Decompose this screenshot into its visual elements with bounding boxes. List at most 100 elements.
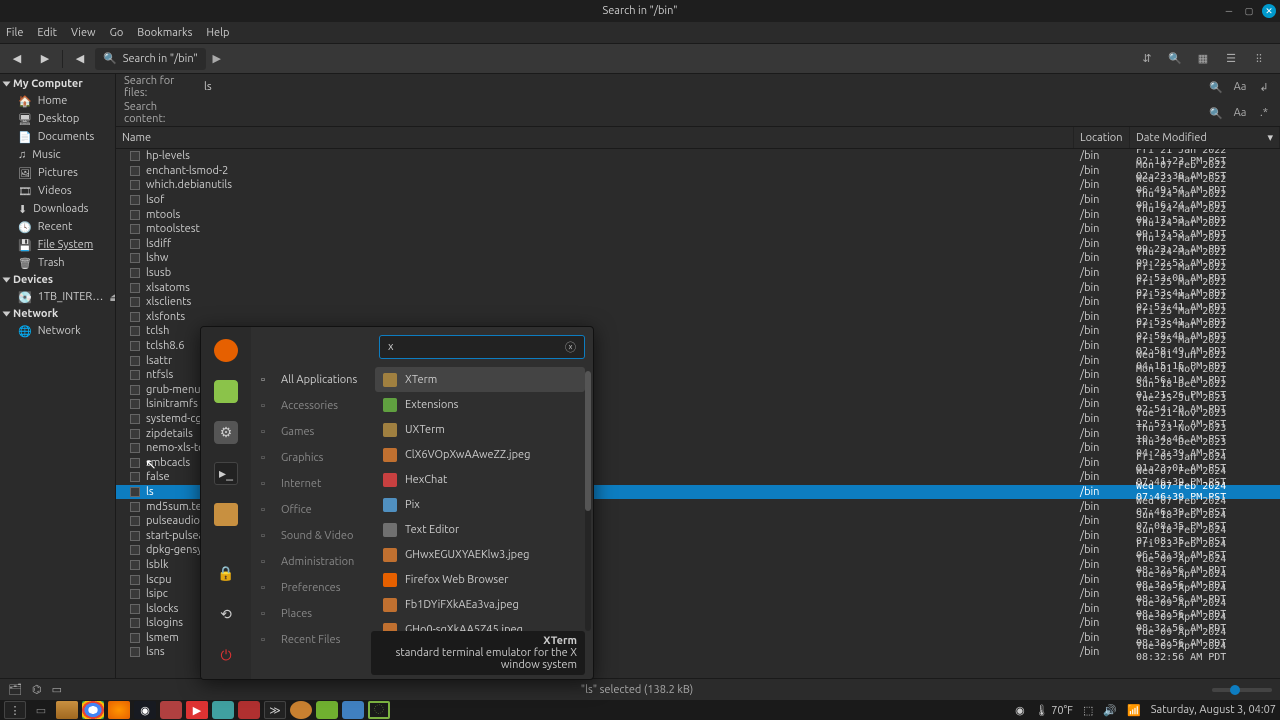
minimize-button[interactable]: ─ (1222, 4, 1236, 18)
sm-firefox-icon[interactable] (214, 339, 238, 362)
sm-result-item[interactable]: Text Editor (375, 517, 585, 542)
sidebar-item[interactable]: 📄Documents (0, 128, 115, 146)
menu-help[interactable]: Help (206, 27, 229, 39)
menu-view[interactable]: View (71, 27, 96, 39)
search-files-go-icon[interactable]: 🔍 (1208, 81, 1224, 94)
sm-result-item[interactable]: Fb1DYiFXkAEa3va.jpeg (375, 592, 585, 617)
sidebar-item[interactable]: 💽1TB_INTER…⏏ (0, 288, 115, 306)
panel-steam-icon[interactable]: ◉ (134, 701, 156, 719)
forward-button[interactable]: ▶ (32, 48, 58, 70)
sm-software-icon[interactable] (214, 380, 238, 403)
panel-chrome-icon[interactable] (82, 701, 104, 719)
panel-mint-icon[interactable]: ◌ (368, 701, 390, 719)
search-toggle-icon[interactable]: 🔍 (1166, 50, 1184, 68)
file-row[interactable]: lshw/binThu 24 Mar 2022 09:22:53 AM PDT (116, 251, 1280, 266)
column-location[interactable]: Location (1074, 127, 1130, 148)
statusbar-tree-icon[interactable]: ⌬ (32, 683, 42, 696)
sm-result-item[interactable]: Extensions (375, 392, 585, 417)
panel-app-icon-1[interactable] (160, 701, 182, 719)
panel-firefox-icon[interactable] (108, 701, 130, 719)
maximize-button[interactable]: ▢ (1242, 4, 1256, 18)
sm-category[interactable]: ▫Administration (251, 549, 371, 575)
sm-category[interactable]: ▫Graphics (251, 445, 371, 471)
column-date[interactable]: Date Modified▾ (1130, 127, 1280, 148)
panel-app-icon-2[interactable] (212, 701, 234, 719)
sm-search-input[interactable] (388, 341, 565, 353)
toggle-location-icon[interactable]: ⇵ (1138, 50, 1156, 68)
file-row[interactable]: mtoolstest/binThu 24 Mar 2022 09:17:53 A… (116, 222, 1280, 237)
sm-result-item[interactable]: GHwxEGUXYAEKlw3.jpeg (375, 542, 585, 567)
sm-files-icon[interactable] (214, 503, 238, 526)
sidebar-section-computer[interactable]: My Computer (0, 76, 115, 92)
sidebar-section-devices[interactable]: Devices (0, 272, 115, 288)
sm-category[interactable]: ▫All Applications (251, 367, 371, 393)
file-row[interactable]: hp-levels/binFri 21 Jan 2022 02:11:23 PM… (116, 149, 1280, 164)
sidebar-item[interactable]: ⬇Downloads (0, 200, 115, 218)
search-content-case-icon[interactable]: Aa (1232, 107, 1248, 119)
sm-category[interactable]: ▫Recent Files (251, 627, 371, 653)
menu-go[interactable]: Go (110, 27, 124, 39)
eject-icon[interactable]: ⏏ (109, 291, 116, 304)
search-files-case-icon[interactable]: Aa (1232, 81, 1248, 93)
sm-power-icon[interactable]: ⏻ (214, 644, 238, 667)
file-row[interactable]: which.debianutils/binWed 23 Mar 2022 06:… (116, 178, 1280, 193)
panel-network-icon[interactable]: ⬚ (1083, 704, 1093, 717)
menu-edit[interactable]: Edit (37, 27, 57, 39)
sidebar-item[interactable]: 🕓Recent (0, 218, 115, 236)
search-files-expand-icon[interactable]: ↲ (1256, 81, 1272, 94)
sidebar-section-network[interactable]: Network (0, 306, 115, 322)
search-content-input[interactable] (204, 103, 1200, 123)
panel-show-desktop[interactable]: ▭ (30, 701, 52, 719)
file-row[interactable]: xlsclients/binFri 25 Mar 2022 02:53:41 A… (116, 295, 1280, 310)
file-row[interactable]: mtools/binThu 24 Mar 2022 09:17:53 AM PD… (116, 207, 1280, 222)
sm-terminal-icon[interactable]: ▸_ (214, 462, 238, 485)
panel-terminal-icon[interactable]: ≫ (264, 701, 286, 719)
compact-view-icon[interactable]: ⁝⁝ (1250, 50, 1268, 68)
breadcrumb-next[interactable]: ▶ (208, 48, 226, 70)
sidebar-item[interactable]: 🖥Desktop (0, 110, 115, 128)
zoom-slider[interactable] (1212, 688, 1272, 692)
sm-lock-icon[interactable]: 🔒 (214, 562, 238, 585)
statusbar-hide-icon[interactable]: ▭ (52, 683, 62, 696)
sm-result-item[interactable]: ClX6VOpXwAAweZZ.jpeg (375, 442, 585, 467)
back-button[interactable]: ◀ (4, 48, 30, 70)
sm-category[interactable]: ▫Accessories (251, 393, 371, 419)
sm-category[interactable]: ▫Games (251, 419, 371, 445)
sm-category[interactable]: ▫Places (251, 601, 371, 627)
statusbar-places-icon[interactable]: 🗂 (8, 683, 22, 696)
panel-app-icon-3[interactable] (238, 701, 260, 719)
sm-clear-icon[interactable]: ⓧ (565, 339, 576, 355)
sm-logout-icon[interactable]: ⟲ (214, 603, 238, 626)
sm-result-item[interactable]: XTerm (375, 367, 585, 392)
sm-scrollbar[interactable] (585, 371, 591, 631)
search-content-regex-icon[interactable]: .* (1256, 107, 1272, 119)
sm-result-item[interactable]: UXTerm (375, 417, 585, 442)
file-row[interactable]: enchant-lsmod-2/binMon 07 Feb 2022 02:23… (116, 164, 1280, 179)
file-row[interactable]: xlsatoms/binFri 25 Mar 2022 02:53:41 AM … (116, 280, 1280, 295)
up-button[interactable]: ◀ (67, 48, 93, 70)
sidebar-item[interactable]: 🖼Pictures (0, 164, 115, 182)
sm-result-item[interactable]: Pix (375, 492, 585, 517)
sm-settings-icon[interactable]: ⚙ (214, 421, 238, 444)
panel-media-icon[interactable]: ▶ (186, 701, 208, 719)
sidebar-item[interactable]: 🗑Trash (0, 254, 115, 272)
grid-view-icon[interactable]: ▦ (1194, 50, 1212, 68)
search-files-input[interactable] (204, 77, 1200, 97)
menu-bookmarks[interactable]: Bookmarks (137, 27, 192, 39)
sidebar-item[interactable]: 🌐Network (0, 322, 115, 340)
panel-volume-icon[interactable]: 🔊 (1103, 704, 1117, 717)
panel-app-icon-4[interactable] (290, 701, 312, 719)
panel-wifi-icon[interactable]: 📶 (1127, 704, 1141, 717)
panel-obs-icon[interactable]: ◉ (1015, 704, 1025, 717)
panel-menu-button[interactable]: ⋮ (4, 701, 26, 719)
file-row[interactable]: lsusb/binFri 25 Mar 2022 02:53:09 AM PDT (116, 266, 1280, 281)
panel-app-icon-6[interactable] (342, 701, 364, 719)
file-row[interactable]: lsdiff/binThu 24 Mar 2022 09:22:23 AM PD… (116, 237, 1280, 252)
panel-app-icon-5[interactable] (316, 701, 338, 719)
sm-result-item[interactable]: HexChat (375, 467, 585, 492)
sidebar-item[interactable]: 💾File System (0, 236, 115, 254)
sm-category[interactable]: ▫Internet (251, 471, 371, 497)
file-row[interactable]: xlsfonts/binFri 25 Mar 2022 02:53:41 AM … (116, 310, 1280, 325)
sm-result-item[interactable]: Firefox Web Browser (375, 567, 585, 592)
column-name[interactable]: Name (116, 127, 1074, 148)
